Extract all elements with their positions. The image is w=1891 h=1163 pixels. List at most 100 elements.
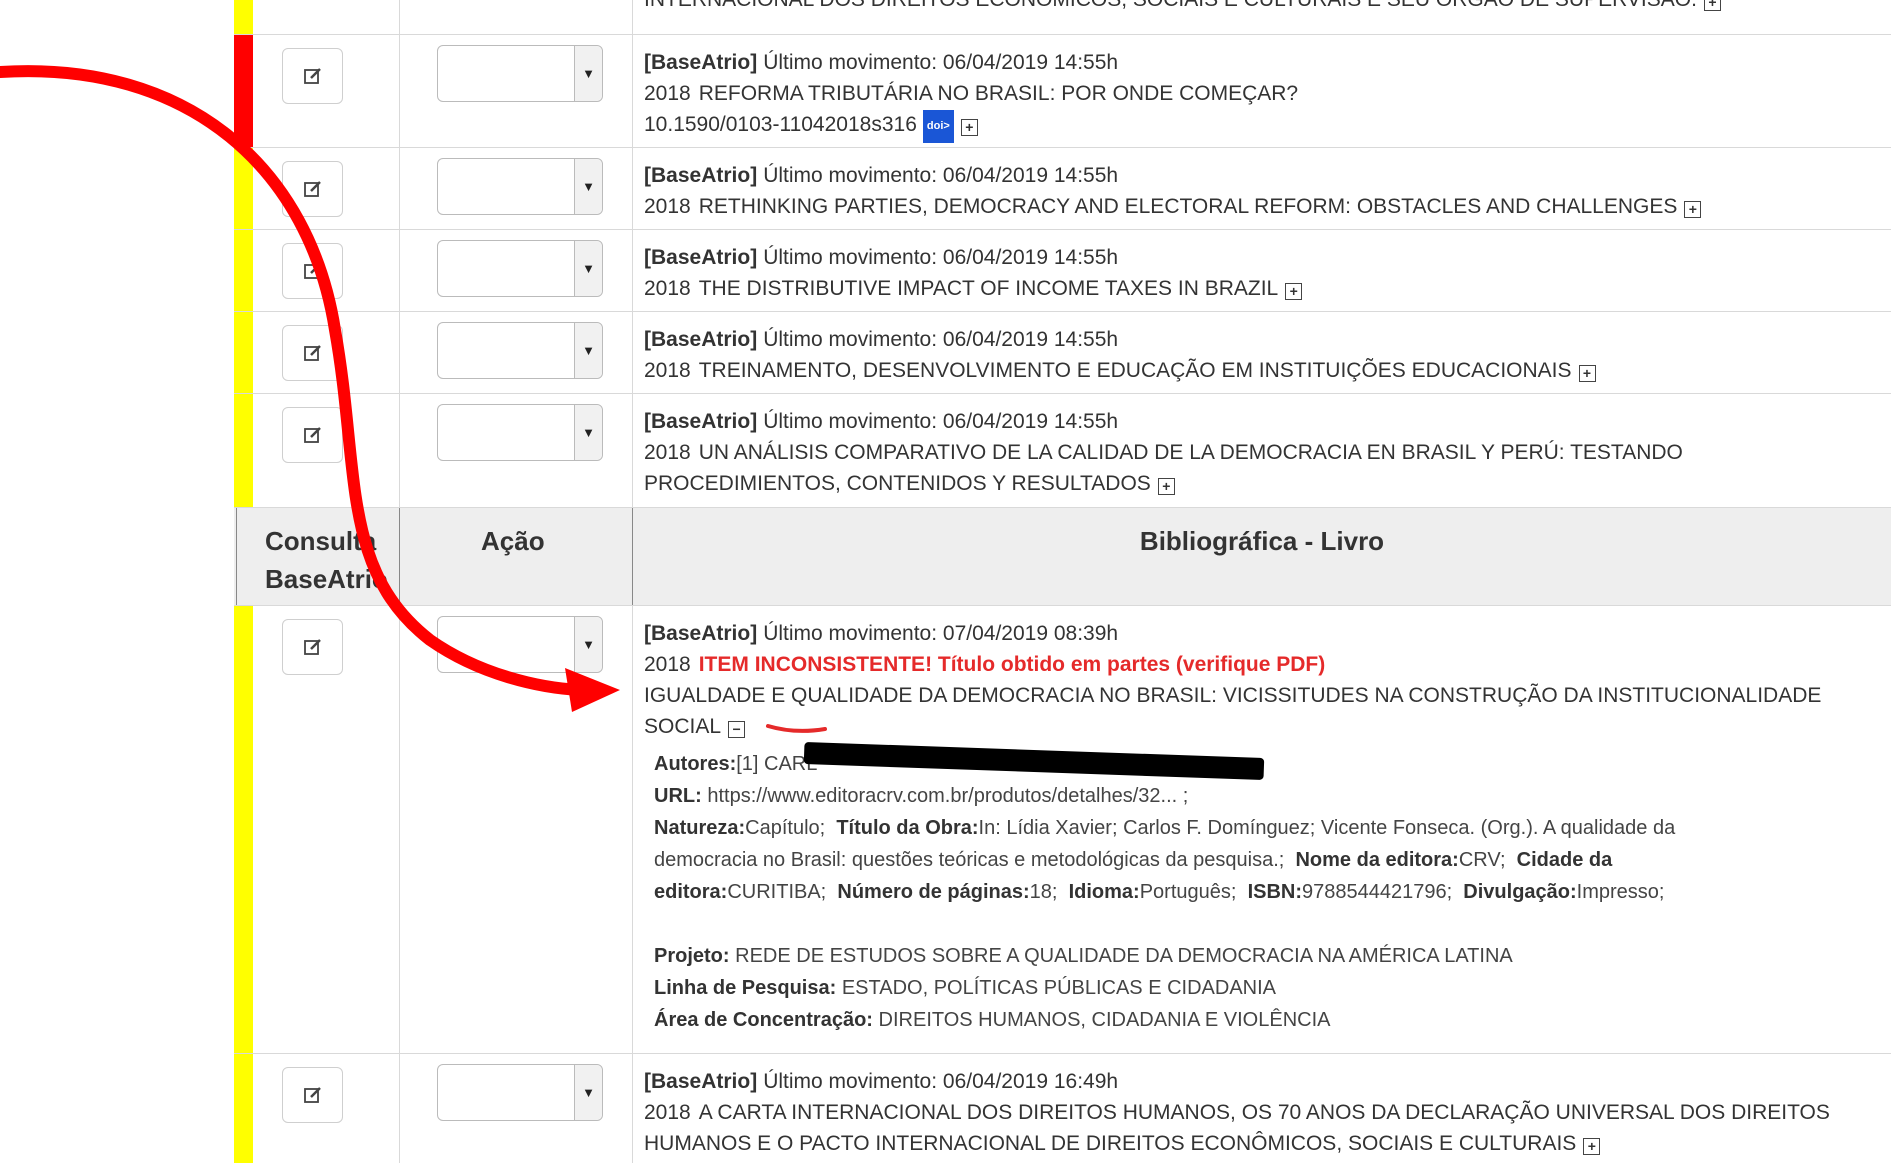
plus-box-icon[interactable]: + bbox=[1703, 0, 1721, 11]
source-tag: [BaseAtrio] bbox=[644, 246, 758, 269]
edit-button[interactable] bbox=[282, 619, 343, 675]
item-title: REFORMA TRIBUTÁRIA NO BRASIL: POR ONDE C… bbox=[698, 82, 1299, 105]
item-title: THE DISTRIBUTIVE IMPACT OF INCOME TAXES … bbox=[698, 277, 1279, 300]
source-tag: [BaseAtrio] bbox=[644, 410, 758, 433]
chevron-down-icon[interactable]: ▼ bbox=[574, 405, 602, 460]
table-row-expanded: ▼ [BaseAtrio] Último movimento: 07/04/201… bbox=[234, 606, 1891, 1054]
col-header-acao: Ação bbox=[481, 526, 545, 556]
section-header: Consulta BaseAtrio Ação Bibliográfica - … bbox=[234, 508, 1891, 606]
plus-box-icon[interactable]: + bbox=[1157, 478, 1175, 495]
divulgacao-label: Divulgação: bbox=[1463, 881, 1577, 903]
edit-button[interactable] bbox=[282, 48, 343, 104]
status-strip bbox=[234, 606, 253, 1053]
cidade-value: CURITIBA; bbox=[727, 881, 827, 903]
editora-value: CRV; bbox=[1458, 849, 1506, 871]
natureza-value: Capítulo; bbox=[745, 817, 826, 839]
edit-icon bbox=[303, 1087, 321, 1103]
projeto-value: REDE DE ESTUDOS SOBRE A QUALIDADE DA DEM… bbox=[735, 945, 1513, 967]
item-title-cont: PROCEDIMIENTOS, CONTENIDOS Y RESULTADOS bbox=[644, 472, 1151, 495]
edit-button[interactable] bbox=[282, 243, 343, 299]
underline-annotation bbox=[765, 724, 827, 734]
titulo-obra-value-cont: democracia no Brasil: questões teóricas … bbox=[654, 849, 1285, 871]
plus-box-icon[interactable]: + bbox=[1285, 283, 1303, 300]
item-title: TREINAMENTO, DESENVOLVIMENTO E EDUCAÇÃO … bbox=[698, 359, 1572, 382]
last-movement: Último movimento: 06/04/2019 16:49h bbox=[763, 1070, 1119, 1093]
last-movement: Último movimento: 07/04/2019 08:39h bbox=[763, 622, 1119, 645]
source-tag: [BaseAtrio] bbox=[644, 328, 758, 351]
plus-box-icon[interactable]: + bbox=[1684, 201, 1702, 218]
last-movement: Último movimento: 06/04/2019 14:55h bbox=[763, 410, 1119, 433]
titulo-obra-label: Título da Obra: bbox=[836, 817, 979, 839]
last-movement: Último movimento: 06/04/2019 14:55h bbox=[763, 164, 1119, 187]
status-strip bbox=[234, 1054, 253, 1163]
section-title: Bibliográfica - Livro bbox=[1139, 526, 1385, 556]
minus-box-icon[interactable]: − bbox=[728, 721, 746, 738]
status-strip bbox=[234, 312, 253, 393]
item-year: 2018 bbox=[644, 359, 691, 382]
plus-box-icon[interactable]: + bbox=[960, 119, 978, 136]
item-year: 2018 bbox=[644, 441, 691, 464]
editora-label: Nome da editora: bbox=[1295, 849, 1459, 871]
plus-box-icon[interactable]: + bbox=[1578, 365, 1596, 382]
url-label: URL: bbox=[654, 785, 702, 807]
action-select[interactable]: ▼ bbox=[437, 404, 603, 461]
status-strip bbox=[234, 394, 253, 507]
doi-badge[interactable]: doi> bbox=[922, 110, 954, 143]
area-value: DIREITOS HUMANOS, CIDADANIA E VIOLÊNCIA bbox=[878, 1009, 1331, 1031]
chevron-down-icon[interactable]: ▼ bbox=[574, 241, 602, 296]
natureza-label: Natureza: bbox=[654, 817, 746, 839]
table-row-partial: INTERNACIONAL DOS DIREITOS ECONÔMICOS, S… bbox=[234, 0, 1891, 35]
item-year: 2018 bbox=[644, 277, 691, 300]
item-title: IGUALDADE E QUALIDADE DA DEMOCRACIA NO B… bbox=[644, 684, 1822, 707]
titulo-obra-value: In: Lídia Xavier; Carlos F. Domínguez; V… bbox=[978, 817, 1676, 839]
action-select[interactable]: ▼ bbox=[437, 1064, 603, 1121]
linha-label: Linha de Pesquisa: bbox=[654, 977, 837, 999]
action-select[interactable]: ▼ bbox=[437, 616, 603, 673]
status-strip bbox=[234, 35, 253, 147]
edit-button[interactable] bbox=[282, 325, 343, 381]
action-select[interactable]: ▼ bbox=[437, 158, 603, 215]
url-value[interactable]: https://www.editoracrv.com.br/produtos/d… bbox=[707, 785, 1188, 807]
edit-button[interactable] bbox=[282, 407, 343, 463]
item-title-cont: HUMANOS E O PACTO INTERNACIONAL DE DIREI… bbox=[644, 1132, 1577, 1155]
edit-button[interactable] bbox=[282, 161, 343, 217]
paginas-value: 18; bbox=[1029, 881, 1058, 903]
projeto-label: Projeto: bbox=[654, 945, 730, 967]
doi-text: 10.1590/0103-11042018s316 bbox=[644, 113, 917, 136]
action-select[interactable]: ▼ bbox=[437, 322, 603, 379]
chevron-down-icon[interactable]: ▼ bbox=[574, 159, 602, 214]
item-year: 2018 bbox=[644, 1101, 691, 1124]
source-tag: [BaseAtrio] bbox=[644, 622, 758, 645]
col-header-baseatrio: BaseAtrio bbox=[265, 564, 388, 594]
table-row: ▼ [BaseAtrio] Último movimento: 06/04/201… bbox=[234, 1054, 1891, 1163]
last-movement: Último movimento: 06/04/2019 14:55h bbox=[763, 51, 1119, 74]
action-select[interactable]: ▼ bbox=[437, 240, 603, 297]
redaction-bar bbox=[803, 741, 1265, 781]
plus-box-icon[interactable]: + bbox=[1583, 1138, 1601, 1155]
action-select[interactable]: ▼ bbox=[437, 45, 603, 102]
cidade-label-cont: editora: bbox=[654, 881, 728, 903]
source-tag: [BaseAtrio] bbox=[644, 51, 758, 74]
item-title: UN ANÁLISIS COMPARATIVO DE LA CALIDAD DE… bbox=[698, 441, 1683, 464]
edit-icon bbox=[303, 181, 321, 197]
edit-icon bbox=[303, 427, 321, 443]
edit-icon bbox=[303, 639, 321, 655]
table-row: ▼ [BaseAtrio] Último movimento: 06/04/201… bbox=[234, 230, 1891, 312]
chevron-down-icon[interactable]: ▼ bbox=[574, 1065, 602, 1120]
item-title: A CARTA INTERNACIONAL DOS DIREITOS HUMAN… bbox=[698, 1101, 1830, 1124]
chevron-down-icon[interactable]: ▼ bbox=[574, 617, 602, 672]
autores-label: Autores: bbox=[654, 753, 737, 775]
status-strip bbox=[234, 230, 253, 311]
last-movement: Último movimento: 06/04/2019 14:55h bbox=[763, 246, 1119, 269]
chevron-down-icon[interactable]: ▼ bbox=[574, 323, 602, 378]
status-strip bbox=[234, 0, 253, 34]
table-row: ▼ [BaseAtrio] Último movimento: 06/04/201… bbox=[234, 35, 1891, 148]
area-label: Área de Concentração: bbox=[654, 1009, 873, 1031]
chevron-down-icon[interactable]: ▼ bbox=[574, 46, 602, 101]
edit-icon bbox=[303, 68, 321, 84]
item-details: Autores:[1] CARL URL: https://www.editor… bbox=[644, 741, 1891, 1036]
idioma-value: Português; bbox=[1139, 881, 1237, 903]
divulgacao-value: Impresso; bbox=[1576, 881, 1665, 903]
edit-button[interactable] bbox=[282, 1067, 343, 1123]
inconsistency-warning: ITEM INCONSISTENTE! Título obtido em par… bbox=[698, 653, 1326, 676]
